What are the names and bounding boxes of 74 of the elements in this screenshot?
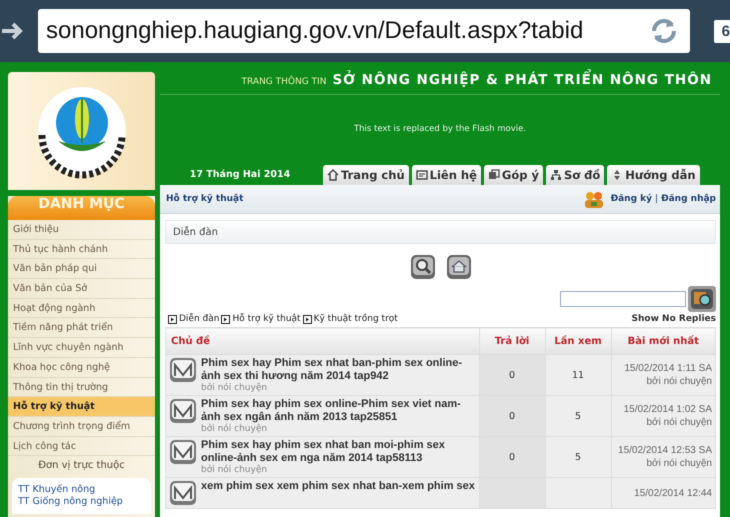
sitemap-icon <box>550 169 562 181</box>
menu-item[interactable]: Hỗ trợ kỹ thuật <box>8 397 155 417</box>
search-button-icon[interactable] <box>688 286 716 312</box>
last-post-author: bởi nói chuyện <box>646 416 712 429</box>
nav-tab[interactable]: Trang chủ <box>323 165 409 185</box>
squares-icon <box>488 169 500 181</box>
column-header: Bài mới nhất <box>611 328 716 354</box>
breadcrumb-link[interactable]: Hỗ trợ kỹ thuật <box>232 314 301 324</box>
site-kicker: TRANG THÔNG TIN <box>242 77 326 87</box>
column-header: Lần xem <box>545 328 611 354</box>
arrow-box-icon <box>168 314 177 324</box>
date-text: 17 Tháng Hai 2014 <box>188 168 292 180</box>
login-link[interactable]: Đăng nhập <box>661 194 716 204</box>
reply-count: 0 <box>508 370 516 380</box>
last-post-date: 15/02/2014 12:44 <box>634 486 712 500</box>
reply-count: 0 <box>508 410 516 422</box>
view-count: 11 <box>572 370 584 380</box>
topic-link[interactable]: Phim sex hay phim sex nhat ban moi-phim sex online-ảnh sex em nga năm 2014 tap58113 <box>201 439 476 465</box>
envelope-icon <box>169 480 197 506</box>
last-post-author: bởi nói chuyện <box>646 457 712 470</box>
breadcrumb-link[interactable]: Diễn đàn <box>179 314 220 324</box>
menu-heading: DANH MỤC <box>8 196 155 220</box>
view-count: 5 <box>574 410 582 422</box>
menu-item[interactable]: Tiềm năng phát triển <box>8 318 155 338</box>
last-post-date: 15/02/2014 1:11 SA <box>624 362 712 375</box>
envelope-icon <box>169 439 197 465</box>
menu-item[interactable]: Lịch công tác <box>8 436 155 456</box>
show-no-replies-link[interactable]: Show No Replies <box>632 314 716 324</box>
arrow-box-icon <box>302 314 312 324</box>
author-text: bởi nói chuyện <box>201 465 268 475</box>
register-link[interactable]: Đăng ký <box>610 194 652 204</box>
menu-item[interactable]: Chương trình trọng điểm <box>8 416 155 437</box>
author-text: bởi nói chuyện <box>201 383 268 393</box>
url-text: sonongnghiep.haugiang.gov.vn/Default.aspx?tabid <box>46 17 584 45</box>
menu-item[interactable]: Văn bản của Sở <box>8 279 155 299</box>
search-field[interactable] <box>560 291 686 307</box>
card-icon <box>416 169 428 181</box>
section-heading: Đơn vị trực thuộc <box>37 459 126 474</box>
nav-tab[interactable]: Góp ý <box>484 165 543 185</box>
search-icon[interactable] <box>410 254 436 280</box>
menu-item[interactable]: Hoạt động ngành <box>8 298 155 318</box>
topic-link[interactable]: Phim sex hay Phim sex nhat ban-phim sex online-ảnh sex thi hương năm 2014 tap942 <box>201 357 476 383</box>
last-post-date: 15/02/2014 1:02 SA <box>624 403 712 416</box>
topic-link[interactable]: Phim sex hay phim sex online-Phim sex viet nam-ảnh sex ngân ánh năm 2013 tap25851 <box>201 398 476 424</box>
separator-text: | <box>655 194 658 204</box>
breadcrumb-link[interactable]: Kỹ thuật trồng trọt <box>314 314 398 324</box>
nav-tab[interactable]: Sơ đồ <box>546 165 604 185</box>
last-post-author: bởi nói chuyện <box>646 375 712 388</box>
menu-item[interactable]: Lĩnh vực chuyên ngành <box>8 338 155 358</box>
users-icon <box>582 190 605 208</box>
tab-count[interactable]: 6 <box>714 20 730 42</box>
menu-item[interactable]: Văn bản pháp qui <box>8 259 155 280</box>
address-bar[interactable]: sonongnghiep.haugiang.gov.vn/Default.aspx?tabid <box>38 9 690 53</box>
menu-item[interactable]: Thủ tục hành chánh <box>8 240 155 260</box>
envelope-icon <box>169 357 197 383</box>
arrow-box-icon <box>221 314 230 324</box>
nav-tab[interactable]: Hướng dẫn <box>607 165 700 185</box>
home-icon[interactable] <box>446 254 472 280</box>
menu-item[interactable]: Khoa học công nghệ <box>8 358 155 378</box>
unit-link[interactable]: TT Giống nông nghiệp <box>18 496 145 508</box>
last-post-date: 15/02/2014 12:53 SA <box>618 444 712 457</box>
home-icon <box>327 169 339 181</box>
unit-link[interactable]: TT Khuyến nông <box>18 484 145 496</box>
flash-notice-text: This text is replaced by the Flash movie. <box>354 124 526 134</box>
envelope-icon <box>169 398 197 424</box>
column-header: Chủ đề <box>166 328 479 354</box>
panel-title: Diễn đàn <box>173 226 218 238</box>
author-text: bởi nói chuyện <box>201 424 268 434</box>
nav-tab[interactable]: Liên hệ <box>412 165 481 185</box>
page-title: Hỗ trợ kỹ thuật <box>166 194 244 204</box>
reply-count: 0 <box>508 452 516 462</box>
menu-item[interactable]: Giới thiệu <box>8 220 155 240</box>
column-header: Trả lời <box>479 328 545 354</box>
view-count: 5 <box>574 452 582 462</box>
